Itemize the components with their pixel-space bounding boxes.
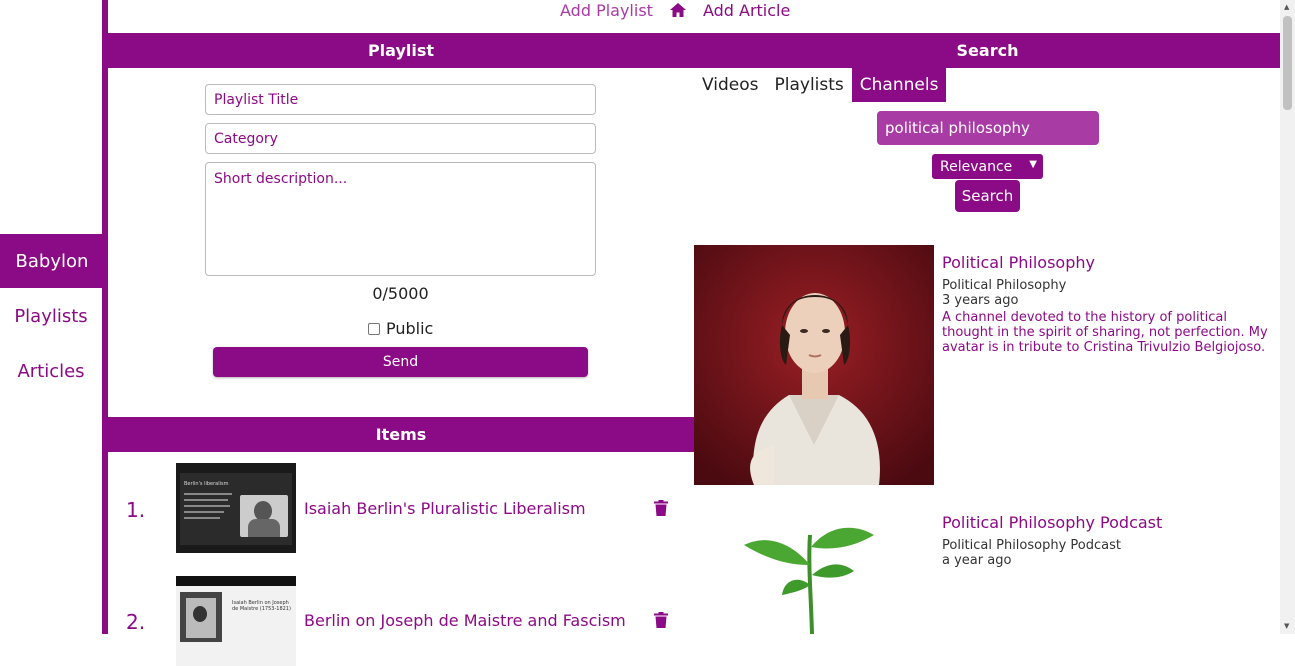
description-textarea[interactable]: Short description... xyxy=(205,162,596,276)
playlist-title-input[interactable]: Playlist Title xyxy=(205,84,596,115)
sort-select[interactable]: Relevance ▼ xyxy=(932,154,1043,179)
add-article-link[interactable]: Add Article xyxy=(703,1,790,20)
tab-playlists[interactable]: Playlists xyxy=(767,68,852,102)
search-input[interactable]: political philosophy xyxy=(877,111,1099,145)
sidebar: Babylon Playlists Articles xyxy=(0,0,108,634)
item-thumbnail[interactable]: Berlin's liberalism xyxy=(176,463,296,553)
scrollbar[interactable]: ▲ ▼ xyxy=(1280,0,1295,634)
thumb-caption: Berlin's liberalism xyxy=(184,481,229,487)
scroll-down-icon[interactable]: ▼ xyxy=(1284,622,1289,630)
scroll-thumb[interactable] xyxy=(1283,16,1292,110)
search-result[interactable]: Political Philosophy Political Philosoph… xyxy=(694,245,1280,485)
tab-channels[interactable]: Channels xyxy=(851,68,947,102)
search-result[interactable]: Political Philosophy Podcast Political P… xyxy=(694,505,1280,634)
sort-select-value: Relevance xyxy=(940,158,1013,175)
item-number: 2. xyxy=(126,610,146,634)
items-header: Items xyxy=(108,417,694,452)
result-description: A channel devoted to the history of poli… xyxy=(942,310,1268,355)
send-button[interactable]: Send xyxy=(213,347,588,377)
item-thumbnail[interactable]: Isaiah Berlin on Joseph de Maistre (1753… xyxy=(176,576,296,666)
sidebar-item-playlists[interactable]: Playlists xyxy=(0,289,102,343)
tab-videos[interactable]: Videos xyxy=(694,68,767,102)
sidebar-item-articles[interactable]: Articles xyxy=(0,344,102,398)
thumb-caption: Isaiah Berlin on Joseph de Maistre (1753… xyxy=(232,600,291,612)
category-input[interactable]: Category xyxy=(205,123,596,154)
trash-icon[interactable] xyxy=(654,500,668,516)
home-icon[interactable] xyxy=(669,2,687,18)
result-age: 3 years ago xyxy=(942,293,1019,308)
playlist-header: Playlist xyxy=(108,33,694,68)
result-channel: Political Philosophy xyxy=(942,278,1067,293)
result-age: a year ago xyxy=(942,553,1012,568)
top-links: Add Playlist Add Article xyxy=(560,0,790,20)
channel-avatar[interactable] xyxy=(694,505,934,634)
search-button[interactable]: Search xyxy=(955,180,1020,212)
item-title[interactable]: Berlin on Joseph de Maistre and Fascism xyxy=(304,611,626,630)
public-toggle[interactable]: Public xyxy=(368,319,433,338)
result-channel: Political Philosophy Podcast xyxy=(942,538,1121,553)
result-title[interactable]: Political Philosophy xyxy=(942,253,1272,272)
result-title[interactable]: Political Philosophy Podcast xyxy=(942,513,1272,532)
scroll-up-icon[interactable]: ▲ xyxy=(1284,3,1289,11)
public-checkbox[interactable] xyxy=(368,322,380,335)
item-number: 1. xyxy=(126,498,146,522)
char-counter: 0/5000 xyxy=(372,284,429,303)
add-playlist-link[interactable]: Add Playlist xyxy=(560,1,653,20)
item-title[interactable]: Isaiah Berlin's Pluralistic Liberalism xyxy=(304,499,586,518)
list-item[interactable]: 2. Isaiah Berlin on Joseph de Maistre (1… xyxy=(108,576,694,666)
search-tabs: Videos Playlists Channels xyxy=(694,68,947,102)
public-label: Public xyxy=(386,319,434,338)
chevron-down-icon: ▼ xyxy=(1029,159,1037,170)
list-item[interactable]: 1. Berlin's liberalism Isaiah Berlin's P… xyxy=(108,463,694,553)
channel-avatar[interactable] xyxy=(694,245,934,485)
trash-icon[interactable] xyxy=(654,612,668,628)
sidebar-item-babylon[interactable]: Babylon xyxy=(0,234,104,288)
search-header: Search xyxy=(694,33,1281,68)
